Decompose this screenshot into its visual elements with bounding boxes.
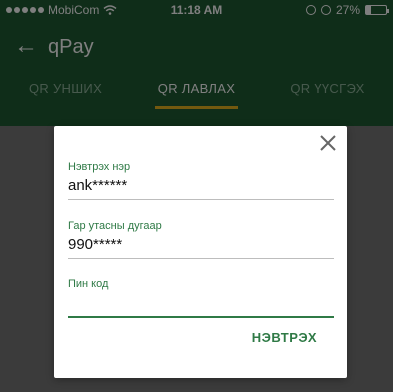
pin-input[interactable] bbox=[68, 293, 334, 313]
login-button[interactable]: НЭВТРЭХ bbox=[252, 330, 317, 345]
username-label: Нэвтрэх нэр bbox=[68, 161, 131, 173]
phone-field[interactable]: Гар утасны дугаар 990***** bbox=[68, 219, 334, 259]
pin-label: Пин код bbox=[68, 278, 109, 290]
username-input[interactable]: ank****** bbox=[68, 176, 334, 196]
pin-underline bbox=[68, 316, 334, 318]
phone-label: Гар утасны дугаар bbox=[68, 220, 162, 232]
pin-field[interactable]: Пин код bbox=[68, 277, 334, 318]
login-dialog: Нэвтрэх нэр ank****** Гар утасны дугаар … bbox=[54, 126, 347, 378]
username-underline bbox=[68, 199, 334, 200]
username-field[interactable]: Нэвтрэх нэр ank****** bbox=[68, 160, 334, 200]
phone-underline bbox=[68, 258, 334, 259]
close-icon[interactable] bbox=[317, 132, 339, 154]
phone-input[interactable]: 990***** bbox=[68, 235, 334, 255]
